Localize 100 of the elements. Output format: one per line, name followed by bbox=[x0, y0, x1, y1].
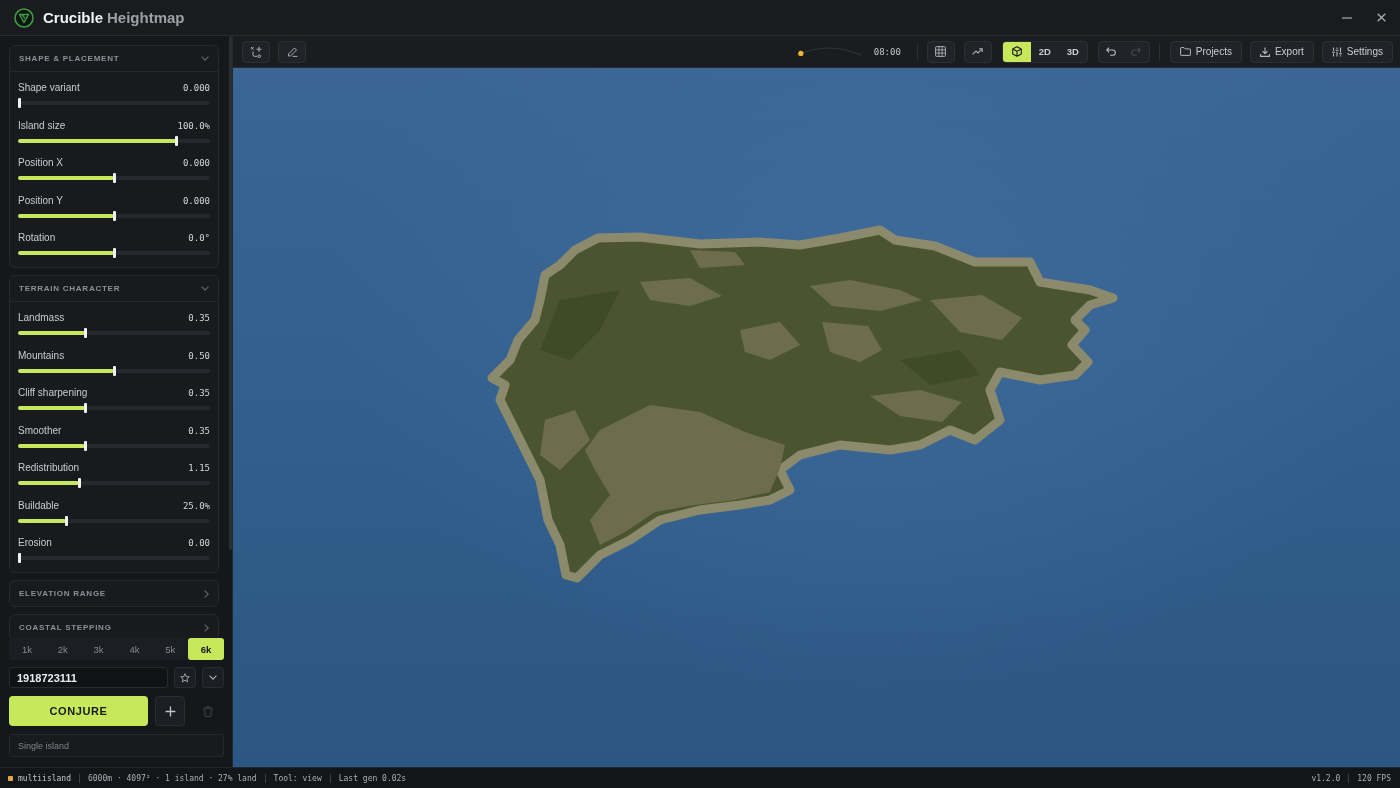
status-text: 6000m · 4097² · 1 island · 27% land bbox=[88, 773, 257, 783]
status-text: Tool: view bbox=[273, 773, 322, 783]
redo-icon bbox=[1131, 47, 1142, 56]
slider-value: 0.000 bbox=[182, 194, 210, 207]
slider-value: 25.0% bbox=[182, 499, 210, 512]
trend-arrow-icon bbox=[972, 48, 984, 55]
add-button[interactable] bbox=[155, 696, 185, 726]
slider-thumb[interactable] bbox=[112, 248, 116, 258]
slider-label: Buildable bbox=[18, 499, 60, 512]
app-title: Crucible bbox=[43, 9, 103, 26]
resolution-tab[interactable]: 4k bbox=[116, 638, 153, 660]
slider-thumb[interactable] bbox=[78, 478, 82, 488]
slider-thumb[interactable] bbox=[65, 515, 69, 526]
slider-track[interactable] bbox=[18, 553, 210, 563]
trash-icon bbox=[203, 705, 213, 717]
toolbar-button[interactable]: Projects bbox=[1169, 40, 1242, 63]
slider-label: Smoother bbox=[18, 424, 62, 437]
slider-value: 0.50 bbox=[188, 349, 210, 362]
slider-thumb[interactable] bbox=[112, 210, 116, 221]
slider-value: 0.000 bbox=[182, 82, 210, 94]
version-text: v1.2.0 bbox=[1311, 773, 1341, 783]
slider-thumb[interactable] bbox=[84, 440, 88, 451]
status-text: Last gen 0.02s bbox=[338, 773, 407, 783]
fps-text: 120 FPS bbox=[1357, 773, 1391, 783]
time-label: 08:00 bbox=[873, 46, 901, 57]
slider-label: Landmass bbox=[18, 312, 65, 324]
app-subtitle: Heightmap bbox=[107, 9, 185, 26]
sliders-icon bbox=[1331, 46, 1342, 57]
brush-icon bbox=[286, 46, 298, 57]
star-icon bbox=[180, 672, 190, 683]
trend-button[interactable] bbox=[963, 40, 992, 63]
section-header[interactable]: TERRAIN CHARACTER bbox=[10, 276, 218, 302]
chevron-right-icon bbox=[204, 623, 209, 632]
slider-track[interactable] bbox=[18, 210, 210, 221]
toolbar-button[interactable]: Settings bbox=[1321, 40, 1393, 63]
resolution-tab[interactable]: 3k bbox=[80, 638, 117, 660]
slider-track[interactable] bbox=[18, 98, 210, 108]
slider-label: Shape variant bbox=[18, 82, 80, 94]
grid-button[interactable] bbox=[926, 40, 955, 63]
seed-field[interactable]: 1918723111 bbox=[9, 667, 168, 688]
resolution-tab[interactable]: 2k bbox=[44, 638, 81, 660]
sun-thumb-icon[interactable] bbox=[797, 50, 804, 56]
resolution-tab[interactable]: 6k bbox=[188, 638, 224, 660]
tool-button[interactable] bbox=[278, 40, 306, 63]
slider-track[interactable] bbox=[18, 440, 210, 451]
slider-thumb[interactable] bbox=[112, 173, 116, 183]
slider-label: Cliff sharpening bbox=[18, 387, 88, 399]
slider-thumb[interactable] bbox=[84, 328, 88, 338]
slider-label: Rotation bbox=[18, 232, 56, 244]
slider-track[interactable] bbox=[18, 515, 210, 526]
mode-field[interactable]: Single island bbox=[9, 734, 224, 757]
chevron-down-icon bbox=[201, 56, 209, 61]
slider-label: Island size bbox=[18, 119, 66, 132]
slider-track[interactable] bbox=[18, 328, 210, 338]
chevron-right-icon bbox=[204, 589, 209, 598]
slider-thumb[interactable] bbox=[18, 98, 21, 108]
section-header[interactable]: COASTAL STEPPING bbox=[10, 615, 218, 638]
chevron-down-icon bbox=[201, 286, 209, 291]
path-nodes-icon bbox=[250, 45, 262, 58]
slider-track[interactable] bbox=[18, 478, 210, 488]
status-indicator-icon bbox=[8, 775, 13, 781]
view-mode-selector[interactable]: 2D 3D bbox=[1001, 40, 1088, 63]
slider-value: 0.35 bbox=[188, 387, 210, 399]
slider-track[interactable] bbox=[18, 403, 210, 413]
slider-value: 0.35 bbox=[188, 424, 210, 437]
slider-value: 0.35 bbox=[188, 312, 210, 324]
slider-value: 0.000 bbox=[182, 157, 210, 169]
section-header[interactable]: SHAPE & PLACEMENT bbox=[10, 46, 218, 72]
slider-label: Mountains bbox=[18, 349, 65, 362]
view-mode-tab[interactable]: 3D bbox=[1058, 41, 1087, 62]
project-name: multiisland bbox=[18, 773, 71, 783]
slider-track[interactable] bbox=[18, 365, 210, 376]
resolution-tab[interactable]: 1k bbox=[9, 638, 45, 660]
slider-track[interactable] bbox=[18, 248, 210, 258]
slider-label: Position Y bbox=[18, 194, 63, 207]
slider-thumb[interactable] bbox=[18, 553, 21, 563]
history-group[interactable] bbox=[1097, 40, 1150, 63]
generate-button[interactable]: CONJURE bbox=[9, 696, 148, 726]
minimize-icon[interactable] bbox=[1342, 16, 1352, 19]
toolbar-button[interactable]: Export bbox=[1249, 40, 1314, 63]
view-mode-tab[interactable]: 2D bbox=[1030, 41, 1059, 62]
star-button[interactable] bbox=[174, 667, 196, 688]
tool-button[interactable] bbox=[242, 40, 270, 63]
scrollbar-thumb[interactable] bbox=[229, 36, 232, 550]
view-mode-tab[interactable] bbox=[1002, 41, 1031, 62]
slider-track[interactable] bbox=[18, 135, 210, 146]
chevron-down-icon bbox=[209, 675, 217, 680]
folder-icon bbox=[1179, 47, 1191, 56]
resolution-tab[interactable]: 5k bbox=[152, 638, 189, 660]
resolution-selector[interactable]: 1k 2k 3k 4k 5k 6k bbox=[9, 638, 224, 660]
slider-value: 0.00 bbox=[188, 537, 210, 549]
slider-thumb[interactable] bbox=[84, 403, 88, 413]
slider-thumb[interactable] bbox=[112, 365, 116, 376]
cube-icon bbox=[1011, 46, 1022, 57]
close-icon[interactable] bbox=[1377, 13, 1386, 22]
grid-icon bbox=[935, 46, 947, 57]
section-header[interactable]: ELEVATION RANGE bbox=[10, 581, 218, 606]
slider-thumb[interactable] bbox=[174, 135, 178, 146]
slider-label: Erosion bbox=[18, 537, 52, 549]
slider-track[interactable] bbox=[18, 173, 210, 183]
